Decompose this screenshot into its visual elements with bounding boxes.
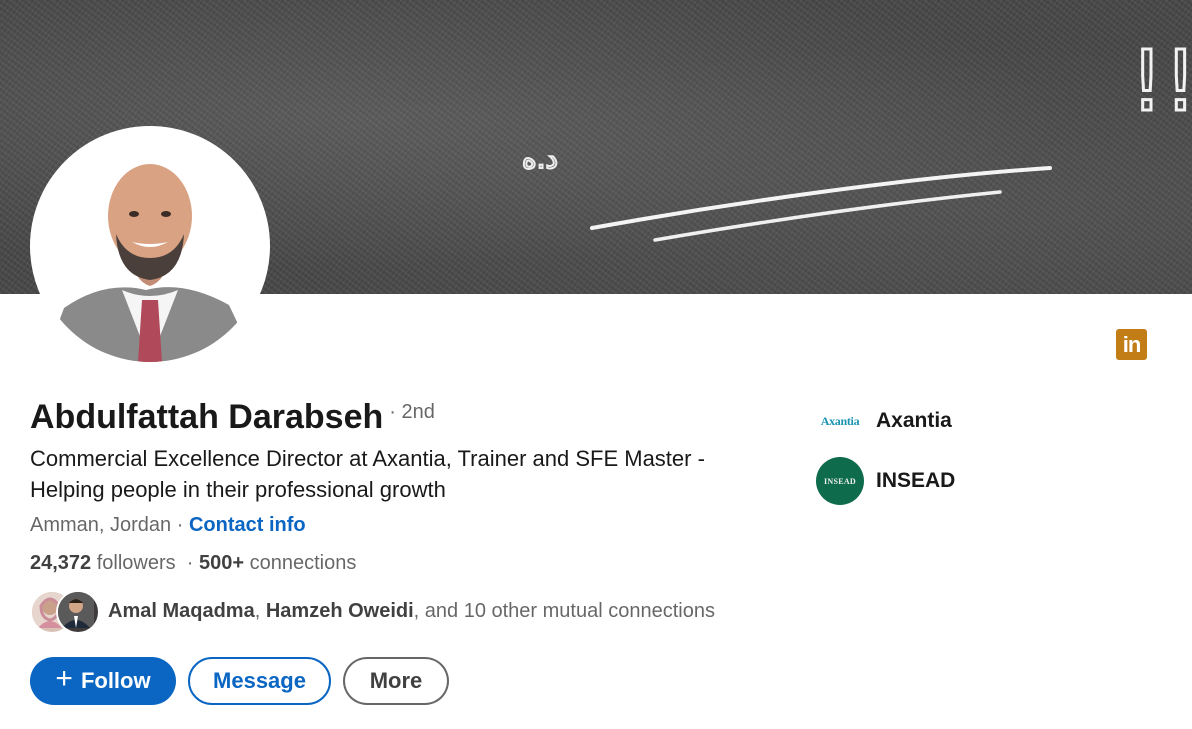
followers-label[interactable]: followers — [97, 552, 176, 574]
profile-photo[interactable] — [30, 126, 270, 366]
mutual-avatars — [30, 590, 100, 634]
location: Amman, Jordan — [30, 514, 172, 536]
follow-button[interactable]: + Follow — [30, 657, 176, 705]
connections-count[interactable]: 500+ — [199, 552, 244, 574]
followers-count[interactable]: 24,372 — [30, 552, 91, 574]
avatar — [56, 590, 100, 634]
insead-logo: INSEAD — [816, 457, 864, 505]
mutual-rest: , and 10 other mutual connections — [413, 599, 715, 622]
mutual-name-2[interactable]: Hamzeh Oweidi — [266, 600, 414, 622]
mutual-name-1[interactable]: Amal Maqadma — [108, 600, 255, 622]
current-company[interactable]: Axantia Axantia — [816, 397, 952, 445]
linkedin-icon: in — [1116, 329, 1147, 360]
axantia-logo: Axantia — [816, 397, 864, 445]
profile-card: قوموا إشتغلوا !! د.ه in Abdulfattah Dara… — [0, 0, 1192, 729]
network-stats: 24,372 followers · 500+ connections — [30, 552, 357, 574]
chalk-signature: د.ه — [522, 142, 558, 175]
profile-headline: Commercial Excellence Director at Axanti… — [30, 446, 705, 502]
connections-label[interactable]: connections — [250, 552, 357, 574]
connection-degree: · 2nd — [389, 401, 435, 423]
separator-dot: · — [171, 514, 189, 536]
chalk-underline-2 — [653, 190, 1002, 242]
chalk-underline — [590, 166, 1052, 230]
education-school[interactable]: INSEAD INSEAD — [816, 457, 955, 505]
action-buttons: + Follow Message More — [30, 657, 449, 705]
more-button[interactable]: More — [343, 657, 449, 705]
name-row: Abdulfattah Darabseh · 2nd — [30, 398, 435, 437]
location-row: Amman, Jordan · Contact info — [30, 514, 306, 537]
chalk-text: قوموا إشتغلوا !! — [1130, 32, 1192, 131]
message-button[interactable]: Message — [188, 657, 331, 705]
plus-icon: + — [55, 662, 73, 695]
mutual-connections[interactable]: Amal Maqadma, Hamzeh Oweidi, and 10 othe… — [30, 590, 715, 634]
company-name: Axantia — [876, 409, 952, 432]
profile-name: Abdulfattah Darabseh — [30, 398, 384, 436]
contact-info-link[interactable]: Contact info — [189, 514, 306, 536]
school-name: INSEAD — [876, 469, 956, 492]
portrait-image — [34, 130, 266, 362]
follow-label: Follow — [80, 668, 151, 693]
